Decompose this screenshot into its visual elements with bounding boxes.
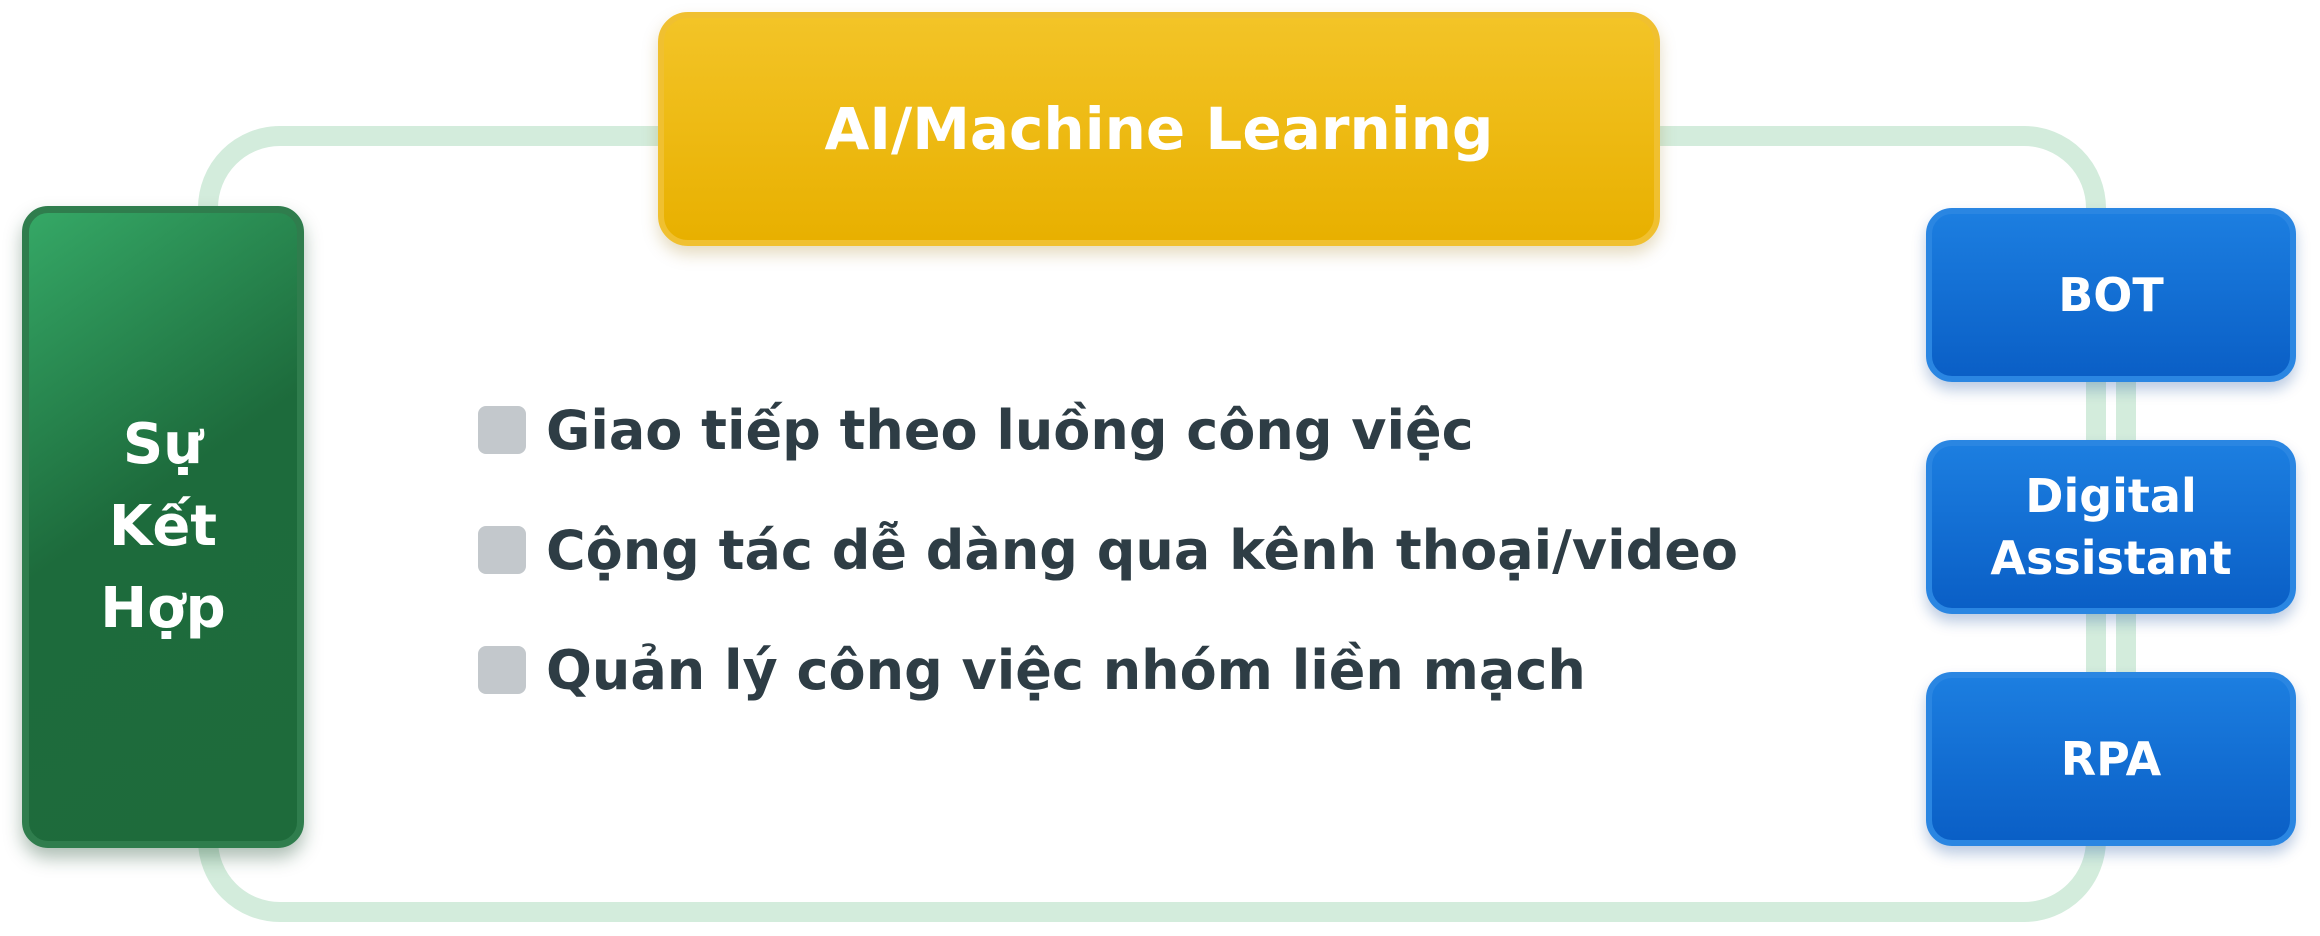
feature-item-management: Quản lý công việc nhóm liền mạch — [478, 610, 1738, 730]
feature-list: Giao tiếp theo luồng công việc Cộng tác … — [478, 370, 1738, 730]
digital-assistant-label: Digital Assistant — [1990, 465, 2231, 589]
feature-text-workflow: Giao tiếp theo luồng công việc — [546, 398, 1474, 462]
bot-box: BOT — [1926, 208, 2296, 382]
feature-item-workflow: Giao tiếp theo luồng công việc — [478, 370, 1738, 490]
ai-machine-learning-box: AI/Machine Learning — [658, 12, 1660, 246]
rpa-box: RPA — [1926, 672, 2296, 846]
digital-assistant-line-2: Assistant — [1990, 531, 2232, 585]
su-ket-hop-line-3: Hợp — [100, 576, 226, 641]
ai-machine-learning-label: AI/Machine Learning — [824, 95, 1494, 163]
feature-item-collaboration: Cộng tác dễ dàng qua kênh thoại/video — [478, 490, 1738, 610]
digital-assistant-line-1: Digital — [2025, 469, 2197, 523]
su-ket-hop-label: Sự Kết Hợp — [100, 404, 225, 650]
su-ket-hop-line-2: Kết — [108, 494, 218, 559]
feature-text-collaboration: Cộng tác dễ dàng qua kênh thoại/video — [546, 518, 1738, 582]
feature-text-management: Quản lý công việc nhóm liền mạch — [546, 638, 1586, 702]
checkbox-icon — [478, 526, 526, 574]
digital-assistant-box: Digital Assistant — [1926, 440, 2296, 614]
checkbox-icon — [478, 646, 526, 694]
checkbox-icon — [478, 406, 526, 454]
rpa-label: RPA — [2060, 732, 2162, 786]
bot-label: BOT — [2058, 268, 2164, 322]
su-ket-hop-box: Sự Kết Hợp — [22, 206, 304, 848]
su-ket-hop-line-1: Sự — [122, 412, 204, 477]
